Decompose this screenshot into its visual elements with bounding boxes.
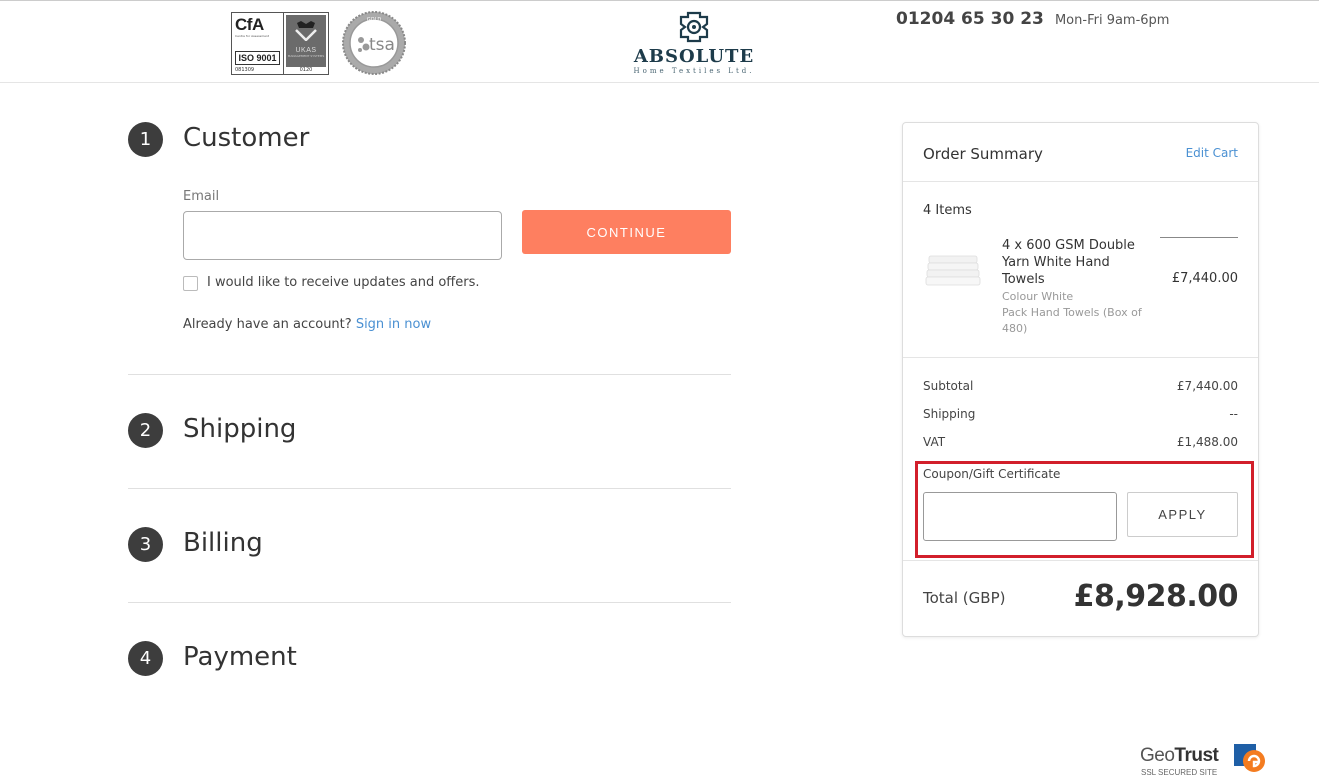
ukas-panel: UKAS MANAGEMENT SYSTEMS 0120 — [286, 15, 326, 73]
product-name: 4 x 600 GSM Double Yarn White Hand Towel… — [1002, 238, 1135, 287]
cfa-subtitle: Centre for Assessment — [235, 34, 270, 38]
cfa-cert-number: 081309 — [235, 67, 255, 73]
logo-emblem-icon — [679, 11, 709, 43]
step-number-badge: 4 — [128, 641, 163, 676]
geotrust-geo: Geo — [1140, 745, 1175, 766]
product-price: £7,440.00 — [1171, 271, 1238, 286]
ukas-subtitle: MANAGEMENT SYSTEMS — [287, 54, 325, 58]
email-input[interactable] — [183, 211, 502, 260]
item-count: 4 Items — [923, 203, 972, 218]
summary-divider — [903, 181, 1258, 182]
price-rule — [1160, 237, 1238, 238]
total-label: Total (GBP) — [923, 589, 1006, 607]
step-title: Payment — [183, 642, 297, 672]
email-label: Email — [183, 189, 220, 204]
site-header: CfA Centre for Assessment ISO 9001 08130… — [0, 0, 1319, 83]
coupon-input[interactable] — [923, 492, 1117, 541]
shipping-label: Shipping — [923, 407, 976, 421]
shipping-value: -- — [1229, 407, 1238, 421]
product-option-pack: Pack Hand Towels (Box of 480) — [1002, 306, 1142, 335]
account-prompt-text: Already have an account? — [183, 317, 352, 332]
step-title: Billing — [183, 528, 263, 558]
geotrust-ssl-badge[interactable]: GeoTrust SSL SECURED SITE — [1140, 742, 1270, 778]
total-value: £8,928.00 — [1073, 579, 1239, 614]
summary-divider — [903, 560, 1258, 561]
step-number-badge: 3 — [128, 527, 163, 562]
tsa-gold-text: GOLD — [367, 17, 382, 23]
logo-subtitle: Home Textiles Ltd. — [633, 67, 755, 75]
step-divider — [128, 488, 731, 489]
ukas-text: UKAS — [295, 47, 317, 54]
geotrust-mark-icon — [1234, 744, 1265, 772]
iso-label: ISO 9001 — [235, 51, 280, 65]
cfa-panel: CfA Centre for Assessment ISO 9001 08130… — [232, 13, 284, 74]
step-divider — [128, 374, 731, 375]
opening-hours: Mon-Fri 9am-6pm — [1054, 13, 1170, 28]
step-number-badge: 2 — [128, 413, 163, 448]
summary-divider — [903, 357, 1258, 358]
cfa-logo-text: CfA — [235, 15, 264, 34]
apply-coupon-button[interactable]: APPLY — [1127, 492, 1238, 537]
step-number-badge: 1 — [128, 122, 163, 157]
order-summary-title: Order Summary — [923, 145, 1043, 163]
order-summary: Order Summary Edit Cart 4 Items 4 x 600 … — [902, 122, 1259, 637]
account-prompt: Already have an account? Sign in now — [183, 317, 431, 332]
geotrust-subtitle: SSL SECURED SITE — [1141, 768, 1218, 777]
subtotal-value: £7,440.00 — [1176, 379, 1238, 393]
ukas-crown-icon — [295, 21, 317, 41]
logo-name: ABSOLUTE — [633, 46, 755, 67]
vat-value: £1,488.00 — [1176, 435, 1238, 449]
step-divider — [128, 602, 731, 603]
edit-cart-link[interactable]: Edit Cart — [1186, 146, 1238, 160]
continue-button[interactable]: CONTINUE — [522, 210, 731, 254]
step-title: Customer — [183, 123, 310, 153]
sign-in-link[interactable]: Sign in now — [356, 317, 431, 332]
step-title: Shipping — [183, 414, 297, 444]
contact-phone: 01204 65 30 23 Mon-Fri 9am-6pm — [896, 9, 1169, 29]
tsa-gold-badge: tsa GOLD — [342, 11, 406, 75]
phone-number[interactable]: 01204 65 30 23 — [896, 9, 1044, 29]
geotrust-trust: Trust — [1174, 745, 1219, 766]
ukas-cert-number: 0120 — [286, 67, 326, 73]
iso-certification-badge: CfA Centre for Assessment ISO 9001 08130… — [231, 12, 329, 75]
subtotal-label: Subtotal — [923, 379, 974, 393]
coupon-label: Coupon/Gift Certificate — [923, 467, 1061, 481]
newsletter-checkbox[interactable] — [183, 276, 198, 291]
absolute-logo[interactable]: ABSOLUTE Home Textiles Ltd. — [633, 11, 755, 79]
tsa-text: tsa — [369, 35, 395, 55]
geotrust-wordmark: GeoTrust — [1140, 745, 1219, 767]
product-thumbnail[interactable] — [925, 250, 981, 290]
newsletter-label[interactable]: I would like to receive updates and offe… — [207, 275, 480, 290]
product-option-colour: Colour White — [1002, 290, 1074, 303]
vat-label: VAT — [923, 435, 946, 449]
